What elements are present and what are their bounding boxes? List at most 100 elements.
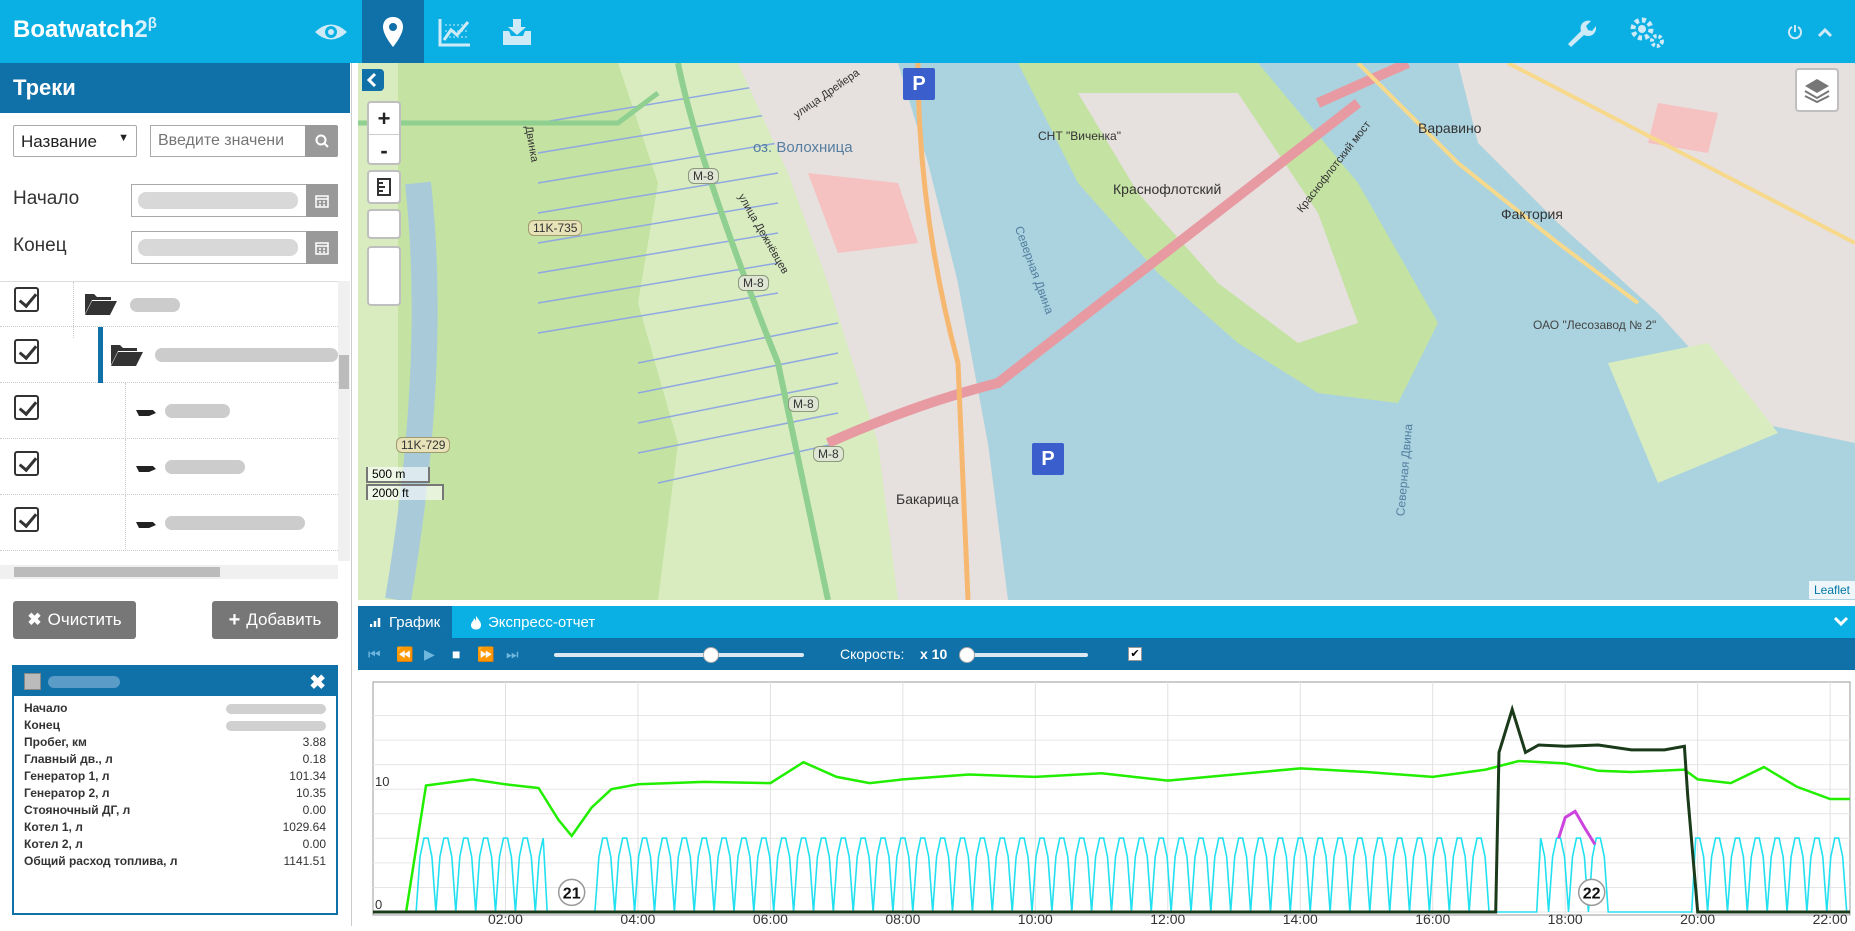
map-label-district: Бакарица (896, 491, 959, 507)
start-calendar-button[interactable] (306, 184, 338, 217)
zoom-control: + - (367, 101, 401, 165)
collapse-sidebar-button[interactable] (362, 69, 384, 91)
map-road-shield: 11K-729 (396, 437, 451, 453)
playback-toolbar: ⏮ ⏪ ▶ ■ ⏩ ⏭ Скорость: x 10 ✔ (358, 638, 1855, 670)
info-row: Общий расход топлива, л 1141.51 (24, 854, 336, 874)
bar-chart-icon (370, 618, 381, 627)
info-row-label: Конец (24, 718, 60, 732)
map-road-shield: 11K-735 (528, 220, 583, 236)
x-tick-label: 18:00 (1548, 911, 1583, 926)
gears-button[interactable] (1625, 0, 1669, 63)
tab-chart[interactable]: График (358, 606, 453, 638)
tracks-sidebar: Треки Название ▼ Начало Конец (0, 63, 352, 926)
track-checkbox[interactable] (14, 451, 39, 476)
track-info-panel: ✖ Начало Конец Пробег, км 3.88 Главный дв., … (12, 665, 338, 915)
start-date-label: Начало (13, 188, 80, 209)
zoom-in-button[interactable]: + (369, 103, 399, 135)
info-row-value: 0.00 (302, 837, 326, 851)
clear-button[interactable]: ✖ Очистить (13, 601, 136, 639)
track-checkbox[interactable] (14, 287, 39, 312)
tree-row[interactable] (0, 282, 338, 338)
map-tool-button[interactable] (367, 246, 401, 306)
info-row-label: Генератор 2, л (24, 786, 110, 800)
folder-open-icon (111, 345, 143, 366)
layers-button[interactable] (1795, 68, 1839, 112)
parking-marker[interactable]: P (1032, 443, 1064, 475)
track-checkbox[interactable] (14, 395, 39, 420)
boat-icon (136, 466, 156, 472)
measure-button[interactable] (367, 170, 401, 204)
follow-checkbox[interactable]: ✔ (1128, 647, 1142, 661)
map-tool-button[interactable] (367, 209, 401, 239)
info-row-value: 3.88 (302, 735, 326, 749)
info-row-value: 101.34 (289, 769, 326, 783)
end-date-field[interactable] (131, 231, 306, 264)
speed-slider[interactable] (963, 653, 1088, 657)
scale-imperial: 2000 ft (366, 484, 444, 500)
map-marker-icon (383, 16, 403, 47)
filter-value-input[interactable] (150, 125, 305, 157)
sidebar-title: Треки (0, 63, 350, 113)
play-icon[interactable]: ▶ (424, 646, 435, 663)
stop-icon[interactable]: ■ (452, 646, 460, 662)
timeline-slider-handle[interactable] (703, 647, 719, 663)
last-frame-icon[interactable]: ⏭ (506, 646, 519, 663)
chevron-up-icon (1817, 27, 1833, 37)
info-row-value-hidden (226, 721, 326, 731)
tree-vertical-scrollbar[interactable] (338, 281, 350, 561)
speed-value: x 10 (920, 646, 948, 662)
parking-marker[interactable]: P (903, 68, 935, 100)
app-brand[interactable]: Boatwatch2β (13, 15, 157, 44)
monitoring-eye-button[interactable] (300, 0, 362, 63)
map-label-district: Фактория (1501, 206, 1563, 222)
collapse-up-button[interactable] (1814, 0, 1836, 63)
logout-button[interactable] (1784, 0, 1806, 63)
map-road-shield: M-8 (688, 168, 719, 184)
download-button[interactable] (486, 0, 548, 63)
fuel-chart-svg: 02:00 04:00 06:00 08:00 10:00 12:00 14:00 16:00… (372, 681, 1851, 927)
timeline-slider[interactable] (554, 653, 804, 657)
plus-icon: + (228, 608, 241, 631)
first-frame-icon[interactable]: ⏮ (368, 646, 381, 663)
track-checkbox[interactable] (14, 507, 39, 532)
tree-row[interactable] (0, 439, 338, 495)
charts-button[interactable] (424, 0, 486, 63)
zoom-out-button[interactable]: - (369, 135, 399, 167)
track-color-swatch (24, 673, 41, 690)
track-checkbox[interactable] (14, 339, 39, 364)
close-icon[interactable]: ✖ (309, 670, 326, 695)
fast-forward-icon[interactable]: ⏩ (477, 646, 494, 663)
map-view[interactable]: оз. Волохница Краснофлотский Варавино Фа… (358, 63, 1855, 600)
tree-row[interactable] (0, 327, 338, 383)
start-date-field[interactable] (131, 184, 306, 217)
search-button[interactable] (305, 125, 338, 157)
download-icon (503, 18, 531, 45)
info-row-label: Общий расход топлива, л (24, 854, 178, 868)
add-button[interactable]: + Добавить (212, 601, 338, 639)
boat-icon (136, 410, 156, 416)
y-tick-label: 10 (375, 774, 389, 789)
info-row-label: Стояночный ДГ, л (24, 803, 131, 817)
map-road-shield: M-8 (813, 446, 844, 462)
map-road-shield: M-8 (788, 396, 819, 412)
rewind-icon[interactable]: ⏪ (396, 646, 413, 663)
attribution-link[interactable]: Leaflet (1808, 581, 1855, 599)
speed-slider-handle[interactable] (959, 647, 975, 663)
panel-collapse-button[interactable] (1833, 614, 1849, 633)
info-row-value: 0.18 (302, 752, 326, 766)
tree-horizontal-scrollbar[interactable] (0, 565, 338, 579)
settings-wrench-button[interactable] (1561, 0, 1599, 63)
line-chart-icon (438, 18, 470, 46)
tab-express-report[interactable]: Экспресс-отчет (458, 606, 607, 638)
info-row-label: Пробег, км (24, 735, 87, 749)
ruler-icon (377, 178, 391, 196)
chevron-down-icon (1833, 616, 1849, 627)
map-tracks-button[interactable] (362, 0, 424, 63)
filter-field-select[interactable]: Название ▼ (13, 125, 137, 157)
map-road-shield: M-8 (738, 275, 769, 291)
end-calendar-button[interactable] (306, 231, 338, 264)
map-label-factory: ОАО "Лесозавод № 2" (1533, 318, 1657, 332)
tree-row[interactable] (0, 495, 338, 551)
close-icon: ✖ (27, 610, 42, 629)
tree-row[interactable] (0, 383, 338, 439)
